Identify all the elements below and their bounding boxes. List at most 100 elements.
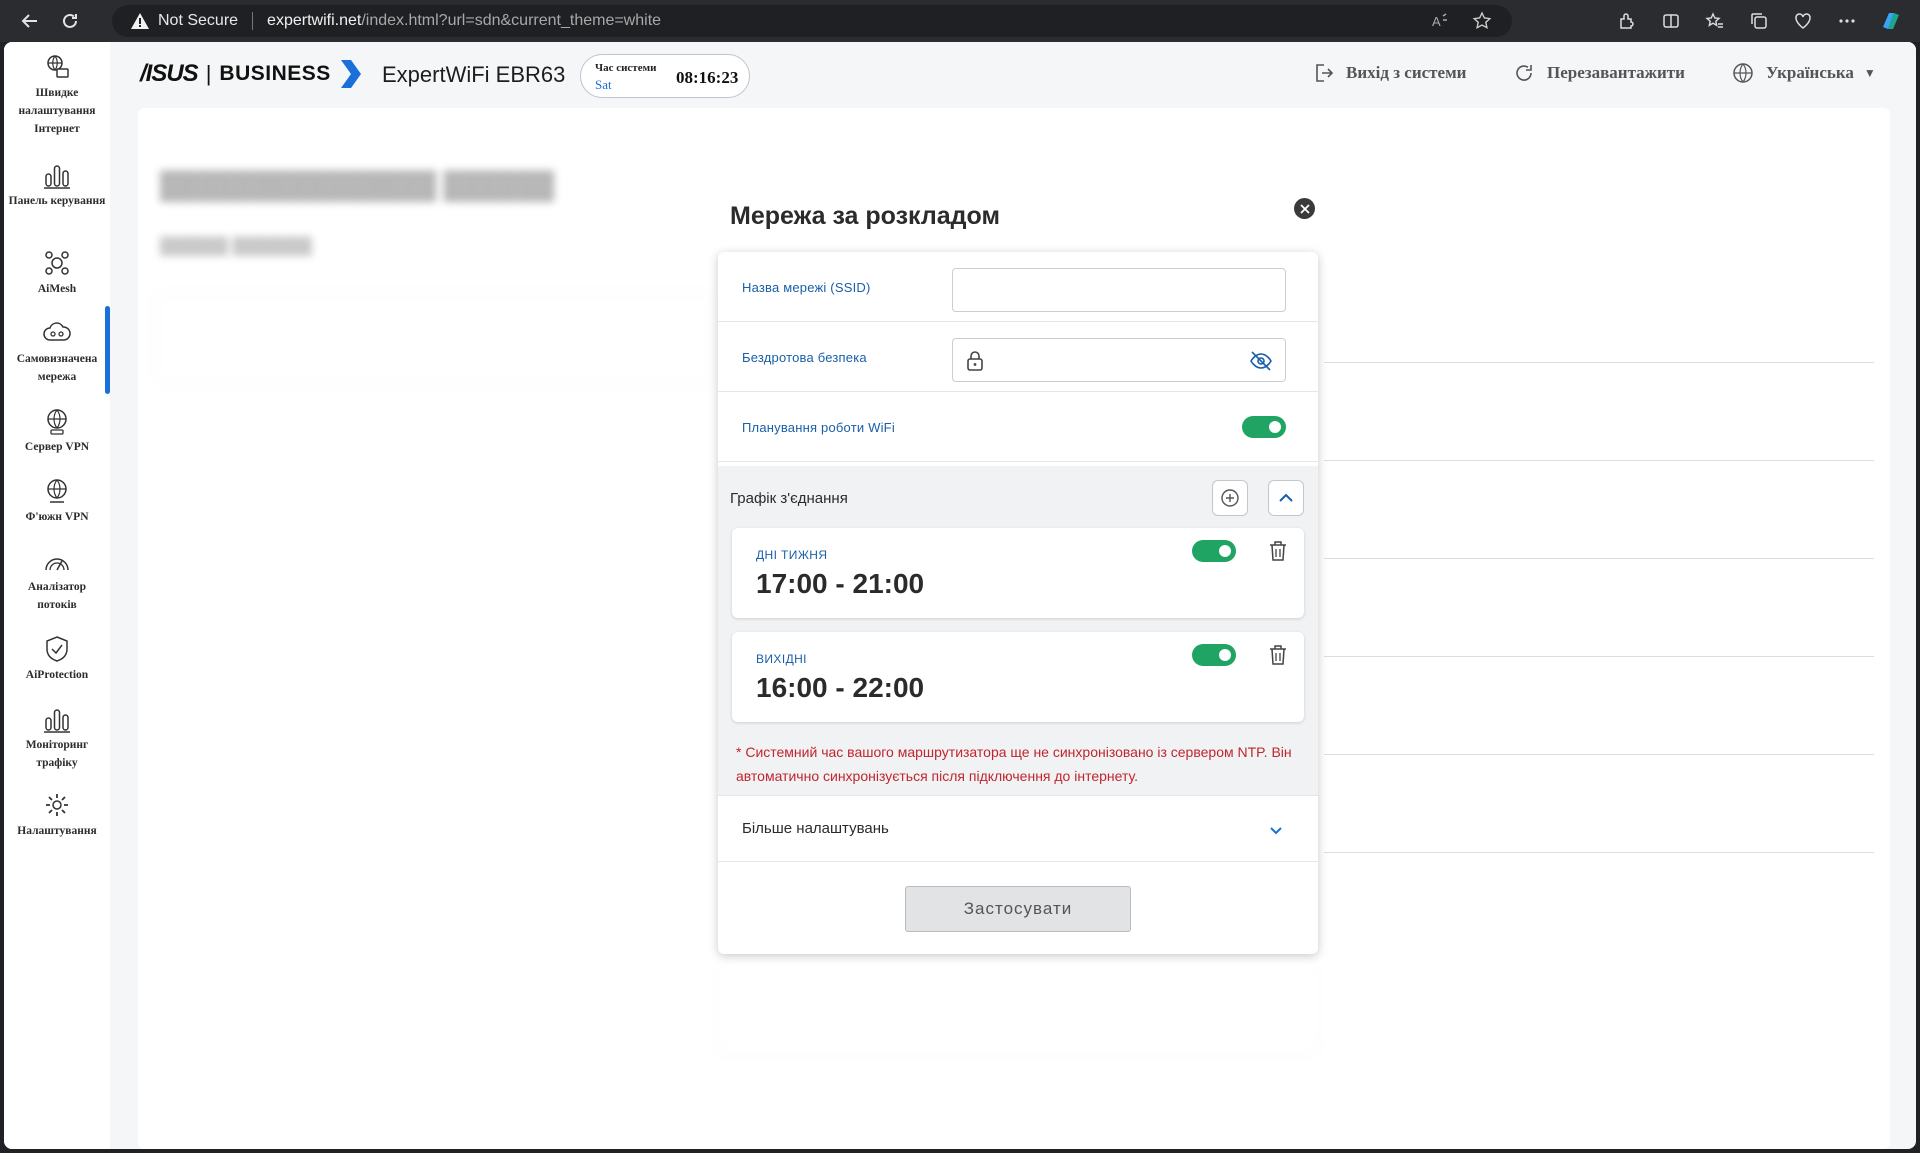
background-divider — [1324, 852, 1874, 853]
logo-separator: | — [205, 61, 212, 86]
sidebar-item-traffic-monitor[interactable]: Моніторинг трафіку — [4, 704, 110, 772]
sidebar-item-dashboard[interactable]: Панель керування — [4, 160, 110, 210]
add-schedule-button[interactable] — [1212, 480, 1248, 516]
background-divider — [1324, 656, 1874, 657]
logout-icon — [1316, 64, 1334, 82]
wifi-schedule-row: Планування роботи WiFi — [718, 392, 1318, 462]
system-time-day: Sat — [595, 77, 612, 92]
read-aloud-icon[interactable]: A — [1430, 11, 1450, 31]
system-time: Час системи Sat 08:16:23 — [580, 54, 750, 98]
sidebar-item-vpn-server[interactable]: Сервер VPN — [4, 406, 110, 456]
vpn-server-icon — [47, 409, 67, 435]
background-divider — [1324, 558, 1874, 559]
close-button[interactable] — [1294, 198, 1315, 219]
sidebar-item-custom-network[interactable]: Самовизначена мережа — [4, 318, 110, 386]
ssid-row: Назва мережі (SSID) — [718, 252, 1318, 322]
schedule-title: Графік з'єднання — [730, 490, 848, 507]
ssid-input[interactable] — [952, 268, 1286, 312]
scheduled-network-modal: Назва мережі (SSID) Бездротова безпека П… — [718, 252, 1318, 954]
sidebar-item-quick-setup[interactable]: Швидке налаштування Інтернет — [4, 52, 110, 138]
flow-analyzer-icon — [45, 558, 69, 571]
sidebar-item-label: Ф'южн VPN — [25, 511, 89, 523]
ntp-warning: * Системний час вашого маршрутизатора ще… — [736, 744, 1292, 784]
favorite-star-icon[interactable] — [1472, 11, 1492, 31]
more-menu-icon[interactable] — [1832, 6, 1862, 36]
sidebar-item-label: Моніторинг трафіку — [25, 739, 89, 769]
url-path: /index.html?url=sdn&current_theme=white — [361, 12, 662, 29]
business-logo-text: BUSINESS — [219, 62, 331, 85]
browser-extensions — [1612, 0, 1906, 42]
chevron-up-icon — [1279, 493, 1293, 502]
asus-logo-text: /ISUS — [140, 60, 199, 87]
model-name: ExpertWiFi EBR63 — [382, 62, 566, 87]
background-page-title: ███████████████ ██████ — [160, 170, 555, 200]
sidebar-item-label: AiProtection — [25, 669, 89, 681]
logout-label: Вихід з системи — [1346, 63, 1467, 82]
trash-icon[interactable] — [1268, 540, 1288, 562]
sidebar-item-label: Самовизначена мережа — [16, 353, 98, 383]
sidebar-active-indicator — [105, 306, 110, 394]
aimesh-icon — [45, 251, 69, 275]
schedule-card[interactable]: ВИХІДНІ 16:00 - 22:00 — [732, 632, 1304, 722]
sidebar-item-aiprotection[interactable]: AiProtection — [4, 634, 110, 684]
dashboard-icon — [44, 165, 70, 189]
sidebar-item-aimesh[interactable]: AiMesh — [4, 248, 110, 298]
svg-text:A: A — [1432, 14, 1441, 29]
wifi-schedule-label: Планування роботи WiFi — [742, 420, 895, 435]
quick-setup-icon — [47, 55, 69, 78]
lock-icon — [967, 351, 983, 371]
logout-button[interactable]: Вихід з системи — [1312, 62, 1466, 84]
chevron-down-icon — [1270, 827, 1282, 835]
more-settings-label: Більше налаштувань — [742, 820, 889, 837]
sidebar-item-label: Швидке налаштування Інтернет — [18, 87, 96, 135]
sidebar-item-flow-analyzer[interactable]: Аналізатор потоків — [4, 546, 110, 614]
apply-button[interactable]: Застосувати — [905, 886, 1131, 932]
sidebar-item-label: Налаштування — [17, 825, 97, 837]
extensions-icon[interactable] — [1612, 6, 1642, 36]
app-header: /ISUS | BUSINESS ExpertWiFi EBR63 Час си… — [110, 42, 1916, 108]
reload-button[interactable] — [50, 1, 90, 41]
reboot-label: Перезавантажити — [1547, 63, 1685, 82]
sidebar-item-label: AiMesh — [37, 283, 77, 295]
split-screen-icon[interactable] — [1656, 6, 1686, 36]
background-divider — [1324, 362, 1874, 363]
system-time-value: 08:16:23 — [676, 68, 739, 87]
background-divider — [1324, 460, 1874, 461]
schedule-toggle[interactable] — [1192, 644, 1236, 666]
schedule-toggle[interactable] — [1192, 540, 1236, 562]
language-select[interactable]: Українська ▼ — [1732, 62, 1876, 84]
health-icon[interactable] — [1788, 6, 1818, 36]
schedule-time: 16:00 - 22:00 — [756, 672, 925, 703]
schedule-card[interactable]: ДНІ ТИЖНЯ 17:00 - 21:00 — [732, 528, 1304, 618]
sidebar-item-vpn-fusion[interactable]: Ф'южн VPN — [4, 476, 110, 526]
copilot-icon[interactable] — [1876, 6, 1906, 36]
sidebar-item-settings[interactable]: Налаштування — [4, 790, 110, 840]
schedule-type: ВИХІДНІ — [756, 652, 807, 666]
custom-network-icon — [43, 322, 71, 341]
reboot-icon — [1516, 65, 1532, 81]
reboot-button[interactable]: Перезавантажити — [1513, 62, 1685, 84]
connection-schedule-section: Графік з'єднання ДНІ ТИЖНЯ 17:00 - 21:00… — [718, 466, 1318, 796]
background-divider — [1324, 754, 1874, 755]
brand-chevron-icon — [340, 60, 361, 88]
sidebar-item-label: Сервер VPN — [24, 441, 90, 453]
favorites-icon[interactable] — [1700, 6, 1730, 36]
address-bar[interactable]: Not Secure expertwifi.net /index.html?ur… — [112, 5, 1512, 37]
language-label: Українська — [1766, 63, 1854, 82]
background-bottom-card — [718, 962, 1318, 1052]
sidebar-item-label: Панель керування — [8, 195, 106, 207]
wifi-schedule-toggle[interactable] — [1242, 416, 1286, 438]
url-host: expertwifi.net — [267, 12, 362, 29]
back-button[interactable] — [10, 1, 50, 41]
security-status[interactable]: Not Secure — [158, 12, 238, 30]
address-separator — [252, 12, 254, 30]
eye-off-icon[interactable] — [1249, 350, 1273, 372]
traffic-monitor-icon — [44, 709, 70, 733]
more-settings-row[interactable]: Більше налаштувань — [718, 796, 1318, 862]
globe-icon — [1733, 63, 1753, 83]
collections-icon[interactable] — [1744, 6, 1774, 36]
trash-icon[interactable] — [1268, 644, 1288, 666]
password-input[interactable] — [952, 338, 1286, 382]
collapse-schedule-button[interactable] — [1268, 480, 1304, 516]
sidebar-item-label: Аналізатор потоків — [27, 581, 87, 611]
